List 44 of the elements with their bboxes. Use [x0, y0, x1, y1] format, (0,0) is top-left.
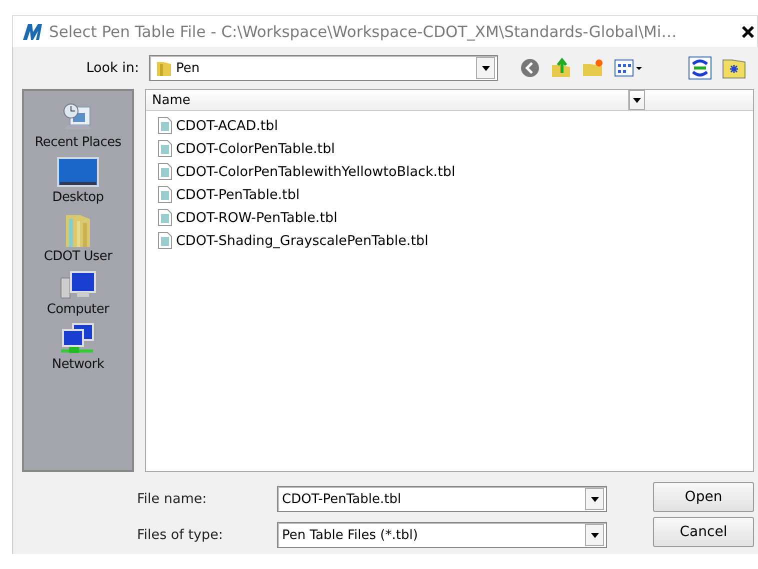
place-item[interactable]: Network — [52, 323, 104, 372]
place-item[interactable]: Desktop — [52, 156, 104, 205]
file-item[interactable]: CDOT-PenTable.tbl — [158, 183, 753, 206]
close-icon[interactable] — [741, 24, 755, 38]
file-icon — [158, 186, 172, 203]
place-item[interactable]: Computer — [46, 270, 110, 317]
desktop-icon — [56, 156, 99, 190]
view-menu-icon[interactable] — [614, 59, 644, 77]
file-name-combo[interactable]: CDOT-PenTable.tbl — [277, 486, 607, 512]
dropdown-button[interactable] — [585, 488, 604, 510]
file-icon — [158, 209, 172, 226]
file-type-dropdown[interactable]: Pen Table Files (*.tbl) — [277, 522, 607, 548]
field-label: Look in: — [85, 60, 140, 76]
caret-icon — [482, 66, 490, 70]
file-icon — [158, 117, 172, 134]
file-item[interactable]: CDOT-ACAD.tbl — [158, 114, 753, 137]
dialog-button[interactable]: Cancel — [653, 517, 754, 547]
caret-icon — [590, 532, 598, 538]
dialog-button[interactable]: Open — [653, 482, 754, 512]
file-item[interactable]: CDOT-ColorPenTablewithYellowtoBlack.tbl — [158, 160, 753, 183]
file-item[interactable]: CDOT-ROW-PenTable.tbl — [158, 206, 753, 229]
new-folder-icon[interactable] — [582, 58, 604, 78]
window-title: Select Pen Table File - C:\Workspace\Workspace-CDOT_XM\Standards-Global\Mi… — [49, 22, 678, 40]
app-logo-icon — [21, 22, 43, 42]
look-in-dropdown[interactable]: Pen — [149, 55, 498, 81]
file-icon — [158, 163, 172, 180]
file-item[interactable]: CDOT-ColorPenTable.tbl — [158, 137, 753, 160]
back-icon[interactable] — [520, 58, 540, 78]
place-item[interactable]: Recent Places — [34, 101, 122, 150]
sync-icon[interactable] — [688, 56, 712, 80]
column-dropdown[interactable] — [629, 90, 645, 110]
folder-icon — [156, 59, 172, 77]
file-item[interactable]: CDOT-Shading_GrayscalePenTable.tbl — [158, 229, 753, 252]
dropdown-button[interactable] — [585, 524, 604, 546]
place-item[interactable]: CDOT User — [44, 211, 112, 264]
caret-icon — [590, 496, 598, 502]
dropdown-button[interactable] — [476, 57, 495, 79]
file-icon — [158, 140, 172, 157]
folder-star-icon[interactable] — [722, 57, 746, 79]
file-icon — [158, 232, 172, 249]
up-folder-icon[interactable] — [550, 57, 572, 79]
field-label: Files of type: — [137, 527, 224, 543]
field-label: File name: — [137, 491, 208, 507]
caret-icon — [633, 98, 641, 102]
